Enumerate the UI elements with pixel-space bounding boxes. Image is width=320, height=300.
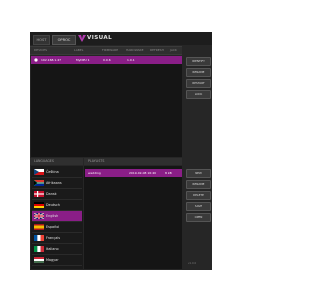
languages-title: LANGUAGES [34,159,54,163]
language-label: Afrikaans [46,181,62,185]
col-label[interactable]: LABEL [74,47,83,54]
language-item-dansk[interactable]: Dansk [32,189,82,200]
col-hardware[interactable]: HARDWARE [126,47,144,54]
version-label: v1.0.0 [188,262,197,265]
device-status-icon [34,58,38,62]
identify-button[interactable]: IDENTIFY [186,57,211,66]
language-label: Español [46,225,60,229]
col-firmware[interactable]: FIRMWARE [102,47,118,54]
flag-es-icon [34,224,44,230]
device-row[interactable]: 192.168.1.47 MyDPU 1 0.0.6 1.0.1 [31,56,182,64]
languages-header: LANGUAGES [30,158,83,165]
flag-dk-icon [34,191,44,197]
logo-text: VISUAL [87,35,113,41]
playlist-size: 8 kB [165,171,172,175]
playlist-name: wedding [88,171,101,175]
language-item-espanol[interactable]: Español [32,222,82,233]
open-playlist-button[interactable]: OPEN [186,213,211,222]
flag-za-icon [34,180,44,186]
col-jack[interactable]: JACK [170,47,177,54]
playlist-list [84,166,182,269]
language-label: English [46,214,59,218]
restart-button[interactable]: RESTART [186,79,211,88]
playlists-title: PLAYLISTS [88,159,105,163]
language-item-english[interactable]: English [32,211,82,222]
host-tab[interactable]: HOST [33,35,50,45]
logo-mark-icon [78,35,86,42]
rename-playlist-button[interactable]: RENAME [186,180,211,189]
playlist-row[interactable]: wedding 2019-02-08 16:40 8 kB [85,169,182,177]
device-address: 192.168.1.47 [41,58,62,62]
top-bar: HOST OPROC VISUAL [30,32,212,45]
save-playlist-button[interactable]: SAVE [186,202,211,211]
oproc-tab[interactable]: OPROC [52,35,76,45]
language-label: Čeština [46,170,59,174]
device-firmware: 0.0.6 [103,58,111,62]
lock-button[interactable]: LOCK [186,90,211,99]
device-list [31,64,182,157]
language-label: Dansk [46,192,57,196]
language-label: Italiano [46,247,59,251]
new-playlist-button[interactable]: NEW [186,169,211,178]
flag-it-icon [34,246,44,252]
app-window: HOST OPROC VISUAL DEVICES LABEL FIRMWARE… [30,32,212,270]
language-item-cestina[interactable]: Čeština [32,167,82,178]
flag-fr-icon [34,235,44,241]
col-refresh[interactable]: REFRESH [150,47,164,54]
col-devices[interactable]: DEVICES [34,47,47,54]
language-label: Magyar [46,258,59,262]
playlists-header: PLAYLISTS [84,158,182,165]
playlist-date: 2019-02-08 16:40 [129,171,157,175]
language-item-deutsch[interactable]: Deutsch [32,200,82,211]
delete-playlist-button[interactable]: DELETE [186,191,211,200]
flag-cz-icon [34,169,44,175]
language-item-italiano[interactable]: Italiano [32,244,82,255]
device-hardware: 1.0.1 [127,58,135,62]
rename-device-button[interactable]: RENAME [186,68,211,77]
language-item-afrikaans[interactable]: Afrikaans [32,178,82,189]
device-label: MyDPU 1 [76,58,90,62]
language-item-magyar[interactable]: Magyar [32,255,82,266]
device-list-header: DEVICES LABEL FIRMWARE HARDWARE REFRESH … [30,46,182,55]
flag-de-icon [34,202,44,208]
language-item-francais[interactable]: Français [32,233,82,244]
language-label: Deutsch [46,203,60,207]
flag-hu-icon [34,257,44,263]
language-label: Français [46,236,60,240]
flag-gb-icon [34,213,44,219]
